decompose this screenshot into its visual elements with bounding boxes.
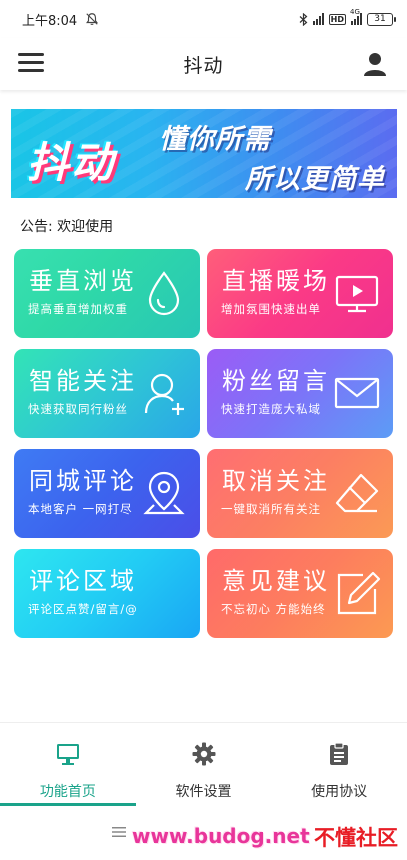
network-label: 4G bbox=[350, 8, 360, 16]
card-title: 直播暖场 bbox=[222, 267, 330, 295]
watermark-site: 不懂社区 bbox=[314, 826, 398, 850]
card-local-comment[interactable]: 同城评论 本地客户 一网打尽 bbox=[14, 449, 200, 538]
tab-label: 功能首页 bbox=[39, 784, 96, 800]
bottom-nav: 功能首页 软件设置 使用协议 bbox=[0, 722, 407, 806]
banner-slogan-line1: 懂你所需 bbox=[159, 124, 271, 155]
card-title: 粉丝留言 bbox=[222, 367, 330, 395]
card-title: 垂直浏览 bbox=[29, 267, 137, 295]
banner-logo-text: 抖动 bbox=[27, 138, 116, 187]
hd-badge: HD bbox=[328, 13, 346, 25]
recent-apps-icon[interactable] bbox=[112, 826, 126, 838]
location-pin-icon bbox=[143, 471, 185, 515]
tab-label: 软件设置 bbox=[175, 784, 232, 800]
menu-button[interactable] bbox=[18, 53, 44, 75]
card-title: 意见建议 bbox=[222, 567, 330, 595]
signal-icon bbox=[312, 13, 324, 25]
card-smart-follow[interactable]: 智能关注 快速获取同行粉丝 bbox=[14, 349, 200, 438]
watermark-url: www.budog.net bbox=[132, 824, 310, 848]
card-subtitle: 快速打造庞大私域 bbox=[221, 402, 321, 416]
card-subtitle: 不忘初心 方能始终 bbox=[221, 602, 326, 616]
water-drop-icon bbox=[148, 271, 180, 316]
card-title: 同城评论 bbox=[29, 467, 137, 495]
card-subtitle: 一键取消所有关注 bbox=[221, 502, 321, 516]
monitor-icon bbox=[56, 744, 79, 765]
page-title: 抖动 bbox=[183, 54, 224, 77]
notice-text: 公告: 欢迎使用 bbox=[20, 219, 114, 235]
tab-settings[interactable]: 软件设置 bbox=[136, 723, 272, 806]
tab-agreement[interactable]: 使用协议 bbox=[271, 723, 407, 806]
card-comment-area[interactable]: 评论区域 评论区点赞/留言/@ bbox=[14, 549, 200, 638]
eraser-icon bbox=[335, 473, 379, 513]
clipboard-icon bbox=[330, 742, 349, 765]
status-bar: 上午8:04 HD 4G 31 bbox=[0, 0, 407, 38]
bluetooth-icon bbox=[299, 12, 308, 26]
status-time: 上午8:04 bbox=[22, 13, 78, 29]
menu-icon bbox=[18, 53, 44, 56]
card-subtitle: 评论区点赞/留言/@ bbox=[28, 602, 138, 616]
card-subtitle: 提高垂直增加权重 bbox=[28, 302, 128, 316]
card-subtitle: 增加氛围快速出单 bbox=[221, 302, 321, 316]
tv-icon bbox=[335, 275, 379, 313]
tab-home[interactable]: 功能首页 bbox=[0, 723, 136, 806]
signal-4g: 4G bbox=[350, 8, 362, 25]
card-subtitle: 快速获取同行粉丝 bbox=[28, 402, 128, 416]
user-icon[interactable] bbox=[361, 50, 389, 78]
edit-icon bbox=[337, 571, 381, 615]
promo-banner[interactable]: 抖动 懂你所需 所以更简单 bbox=[11, 109, 397, 198]
card-live-warmup[interactable]: 直播暖场 增加氛围快速出单 bbox=[207, 249, 393, 338]
card-feedback[interactable]: 意见建议 不忘初心 方能始终 bbox=[207, 549, 393, 638]
app-header: 抖动 bbox=[0, 38, 407, 90]
card-title: 评论区域 bbox=[29, 567, 137, 595]
banner-slogan-line2: 所以更简单 bbox=[245, 164, 385, 195]
card-title: 智能关注 bbox=[29, 367, 137, 395]
mute-bell-icon bbox=[86, 13, 99, 25]
card-vertical-browse[interactable]: 垂直浏览 提高垂直增加权重 bbox=[14, 249, 200, 338]
gear-icon bbox=[192, 742, 215, 766]
card-fan-message[interactable]: 粉丝留言 快速打造庞大私域 bbox=[207, 349, 393, 438]
mail-icon bbox=[334, 377, 380, 409]
card-subtitle: 本地客户 一网打尽 bbox=[28, 502, 133, 516]
add-user-icon bbox=[144, 373, 184, 415]
tab-label: 使用协议 bbox=[311, 784, 368, 800]
card-unfollow[interactable]: 取消关注 一键取消所有关注 bbox=[207, 449, 393, 538]
battery-icon: 31 bbox=[367, 12, 396, 26]
battery-level: 31 bbox=[374, 13, 386, 24]
card-title: 取消关注 bbox=[222, 467, 330, 495]
